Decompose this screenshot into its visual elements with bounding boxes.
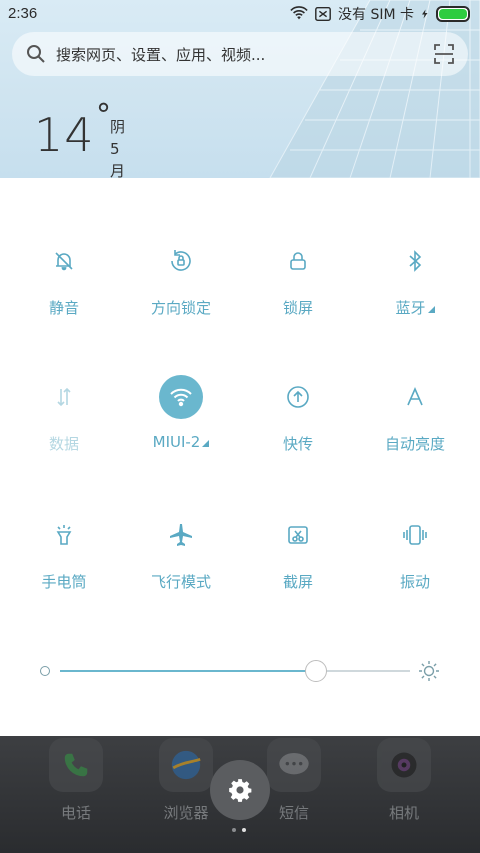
toggle-label: 数据 (48, 435, 79, 453)
toggle-lock-screen[interactable]: 锁屏 (238, 239, 358, 318)
search-bar[interactable]: 搜索网页、设置、应用、视频... (12, 32, 468, 76)
toggle-vibrate[interactable]: 振动 (355, 513, 475, 592)
weather-temperature: 14 (34, 108, 95, 162)
weather-date: 5月8日 周二 (110, 140, 126, 178)
brightness-fill (60, 670, 316, 672)
status-time: 2:36 (8, 5, 38, 22)
rotation-lock-icon (159, 239, 203, 283)
auto-brightness-icon (393, 375, 437, 419)
brightness-high-icon (419, 661, 439, 681)
dock-app-camera: 相机 (350, 736, 458, 823)
search-icon (27, 45, 45, 63)
weather-widget[interactable]: 14 ° 阴 5月8日 周二 (34, 98, 125, 178)
phone-icon (49, 738, 103, 792)
lock-icon (276, 239, 320, 283)
weather-condition: 阴 (110, 118, 126, 136)
wifi-signal-icon (290, 6, 308, 20)
toggle-airplane-mode[interactable]: 飞行模式 (121, 513, 241, 592)
toggle-label: 手电筒 (41, 573, 87, 591)
toggle-wifi[interactable]: MIUI-2 (121, 375, 241, 451)
toggle-label: 锁屏 (282, 299, 313, 317)
brightness-low-icon (40, 666, 50, 676)
toggle-mute[interactable]: 静音 (4, 239, 124, 318)
toggle-label: 快传 (282, 435, 313, 453)
dock-app-label: 相机 (388, 804, 419, 822)
bluetooth-icon (393, 239, 437, 283)
status-bar: 2:36 没有 SIM 卡 (0, 0, 480, 28)
settings-button[interactable] (210, 760, 270, 820)
toggle-mobile-data[interactable]: 数据 (4, 375, 124, 454)
degree-symbol: ° (96, 98, 111, 133)
dock-app-label: 电话 (60, 804, 91, 822)
toggle-quick-transfer[interactable]: 快传 (238, 375, 358, 454)
search-placeholder: 搜索网页、设置、应用、视频... (56, 45, 266, 64)
data-arrows-icon (42, 375, 86, 419)
more-options-indicator-icon (202, 440, 210, 447)
toggle-label: MIUI-2 (121, 433, 241, 451)
carrier-text: 没有 SIM 卡 (338, 7, 414, 23)
quick-transfer-icon (276, 375, 320, 419)
toggle-rotation-lock[interactable]: 方向锁定 (121, 239, 241, 318)
toggle-label: 飞行模式 (150, 573, 211, 591)
browser-icon (159, 738, 213, 792)
airplane-icon (159, 513, 203, 557)
toggle-label: 截屏 (282, 573, 313, 591)
toggle-label: 振动 (399, 573, 430, 591)
status-icons: 没有 SIM 卡 (290, 4, 470, 24)
brightness-thumb[interactable] (304, 660, 327, 682)
toggle-auto-brightness[interactable]: 自动亮度 (355, 375, 475, 454)
page-dot (232, 828, 236, 832)
more-options-indicator-icon (427, 306, 435, 313)
mute-bell-icon (42, 239, 86, 283)
toggle-label: 方向锁定 (150, 299, 211, 317)
toggle-flashlight[interactable]: 手电筒 (4, 513, 124, 592)
sms-icon (267, 738, 321, 792)
charging-icon (422, 9, 428, 19)
notification-header: 2:36 没有 SIM 卡 搜索网页、设置、应用、视频... 14 ° 阴 5月 (0, 0, 480, 178)
vibrate-icon (393, 513, 437, 557)
toggle-label: 静音 (48, 299, 79, 317)
screenshot-icon (276, 513, 320, 557)
toggle-label: 自动亮度 (384, 435, 445, 453)
toggle-screenshot[interactable]: 截屏 (238, 513, 358, 592)
battery-icon (436, 6, 470, 22)
flashlight-icon (42, 513, 86, 557)
wifi-icon (159, 375, 203, 419)
scan-icon[interactable] (434, 44, 454, 64)
toggle-label: 蓝牙 (355, 297, 475, 318)
dock-app-phone: 电话 (22, 736, 130, 823)
gear-icon (229, 779, 252, 802)
toggle-bluetooth[interactable]: 蓝牙 (355, 239, 475, 318)
page-dot-active (242, 828, 246, 832)
page-indicator (232, 828, 246, 832)
camera-icon (377, 738, 431, 792)
brightness-slider[interactable] (40, 656, 440, 686)
no-sim-icon (315, 6, 331, 22)
